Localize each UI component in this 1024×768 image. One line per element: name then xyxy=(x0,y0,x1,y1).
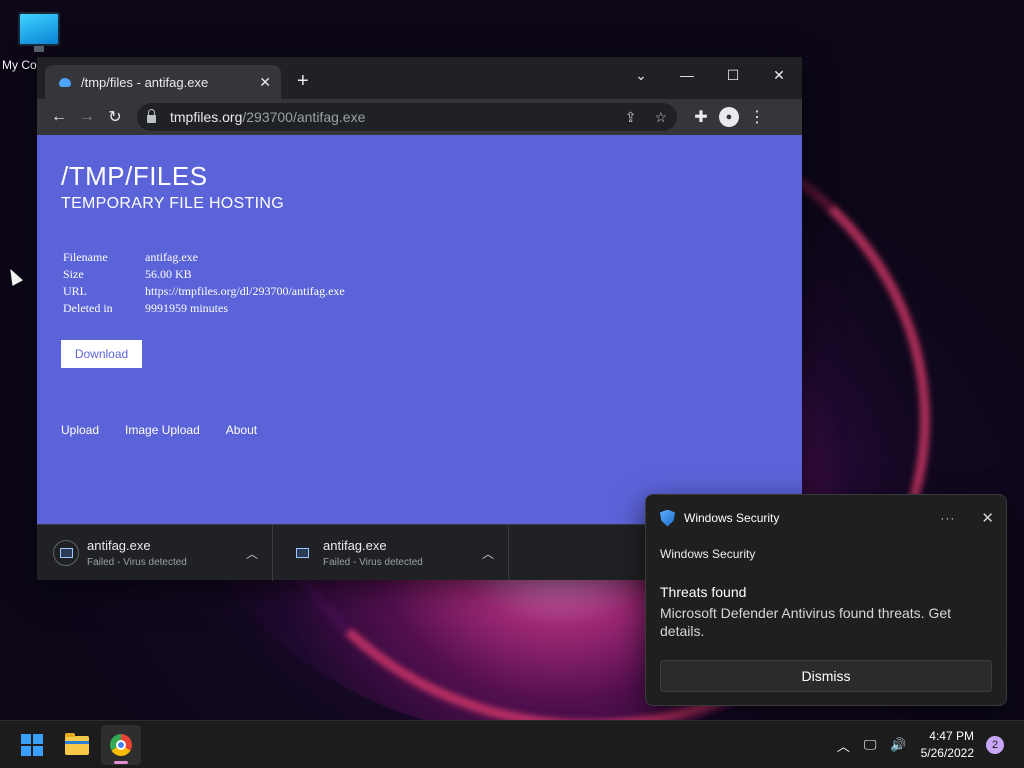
file-icon xyxy=(289,540,315,566)
info-value: 56.00 KB xyxy=(145,267,192,281)
toast-title: Threats found xyxy=(660,584,747,600)
system-tray: ︿ 🖵 🔊 4:47 PM 5/26/2022 2 xyxy=(837,721,1024,768)
more-options-icon[interactable]: ··· xyxy=(940,511,955,525)
share-icon[interactable]: ⇪ xyxy=(625,109,637,126)
extensions-puzzle-icon[interactable]: ✚ xyxy=(687,103,715,131)
info-key: URL xyxy=(63,284,87,298)
close-icon[interactable]: ✕ xyxy=(981,509,994,527)
volume-icon[interactable]: 🔊 xyxy=(890,737,906,753)
tab-search-icon[interactable]: ⌄ xyxy=(618,61,664,89)
chevron-up-icon[interactable]: ︿ xyxy=(246,545,258,562)
notification-badge[interactable]: 2 xyxy=(986,736,1004,754)
mouse-cursor-icon xyxy=(4,266,24,286)
monitor-icon xyxy=(18,12,60,52)
file-icon xyxy=(53,540,79,566)
download-text: antifag.exe Failed - Virus detected xyxy=(87,538,246,568)
info-value: 9991959 minutes xyxy=(145,301,228,315)
reload-button[interactable]: ↻ xyxy=(101,103,129,131)
tab-close-icon[interactable]: ✕ xyxy=(259,74,271,91)
info-value-url[interactable]: https://tmpfiles.org/dl/293700/antifag.e… xyxy=(145,283,345,300)
clock-date: 5/26/2022 xyxy=(920,746,974,760)
minimize-button[interactable]: — xyxy=(664,61,710,89)
windows-logo-icon xyxy=(21,734,43,756)
toast-header: Windows Security ··· ✕ xyxy=(660,509,994,527)
table-row: URL https://tmpfiles.org/dl/293700/antif… xyxy=(63,283,345,300)
page-subtitle: TEMPORARY FILE HOSTING xyxy=(61,195,284,212)
clock[interactable]: 4:47 PM 5/26/2022 xyxy=(921,728,974,762)
web-page: /TMP/FILES TEMPORARY FILE HOSTING Filena… xyxy=(37,135,802,524)
upload-link[interactable]: Upload xyxy=(61,423,99,437)
info-key: Deleted in xyxy=(63,301,113,315)
bookmark-star-icon[interactable]: ☆ xyxy=(654,109,667,126)
tab-title: /tmp/files - antifag.exe xyxy=(81,74,209,90)
maximize-button[interactable]: ☐ xyxy=(710,61,756,89)
clock-time: 4:47 PM xyxy=(929,729,974,743)
network-icon[interactable]: 🖵 xyxy=(864,737,877,753)
toast-body: Microsoft Defender Antivirus found threa… xyxy=(660,605,952,639)
taskbar: ︿ 🖵 🔊 4:47 PM 5/26/2022 2 xyxy=(0,720,1024,768)
download-item[interactable]: antifag.exe Failed - Virus detected ︿ xyxy=(273,525,509,581)
file-info-table: Filename antifag.exe Size 56.00 KB URL h… xyxy=(63,249,345,317)
about-link[interactable]: About xyxy=(226,423,257,437)
cloud-favicon-icon xyxy=(59,77,71,87)
back-button[interactable]: ← xyxy=(45,103,73,131)
windows-security-toast[interactable]: Windows Security ··· ✕ Windows Security … xyxy=(645,494,1007,706)
download-name: antifag.exe xyxy=(87,538,151,553)
download-button[interactable]: Download xyxy=(61,340,142,368)
window-controls: ⌄ — ☐ ✕ xyxy=(618,61,802,89)
page-title: /TMP/FILES xyxy=(61,161,208,191)
download-status: Failed - Virus detected xyxy=(87,557,187,568)
forward-button[interactable]: → xyxy=(73,103,101,131)
active-indicator xyxy=(114,761,128,764)
new-tab-button[interactable]: + xyxy=(297,70,309,93)
chevron-up-icon[interactable]: ︿ xyxy=(482,545,494,562)
download-item[interactable]: antifag.exe Failed - Virus detected ︿ xyxy=(37,525,273,581)
table-row: Filename antifag.exe xyxy=(63,249,345,266)
file-explorer-button[interactable] xyxy=(57,725,97,765)
info-key: Size xyxy=(63,267,84,281)
close-window-button[interactable]: ✕ xyxy=(756,61,802,89)
shield-icon xyxy=(660,509,675,527)
chevron-up-icon[interactable]: ︿ xyxy=(837,736,850,755)
address-bar[interactable]: tmpfiles.org /293700/antifag.exe ⇪ ☆ xyxy=(137,103,677,131)
footer-links: Upload Image Upload About xyxy=(61,423,257,437)
download-text: antifag.exe Failed - Virus detected xyxy=(323,538,482,568)
download-name: antifag.exe xyxy=(323,538,387,553)
tab-tmpfiles[interactable]: /tmp/files - antifag.exe ✕ xyxy=(45,65,281,99)
chrome-icon xyxy=(110,734,132,756)
url-host: tmpfiles.org xyxy=(170,109,243,125)
lock-icon[interactable] xyxy=(147,109,156,123)
url-path: /293700/antifag.exe xyxy=(242,109,366,125)
chrome-taskbar-button[interactable] xyxy=(101,725,141,765)
table-row: Deleted in 9991959 minutes xyxy=(63,300,345,317)
table-row: Size 56.00 KB xyxy=(63,266,345,283)
info-key: Filename xyxy=(63,250,108,264)
browser-toolbar: ← → ↻ tmpfiles.org /293700/antifag.exe ⇪… xyxy=(37,99,802,135)
folder-icon xyxy=(65,732,89,755)
image-upload-link[interactable]: Image Upload xyxy=(125,423,200,437)
download-status: Failed - Virus detected xyxy=(323,557,423,568)
menu-kebab-icon[interactable]: ⋮ xyxy=(743,103,771,131)
profile-avatar-icon: ● xyxy=(719,107,739,127)
profile-button[interactable]: ● xyxy=(715,103,743,131)
toast-source: Windows Security xyxy=(660,547,756,561)
info-value: antifag.exe xyxy=(145,250,198,264)
tab-bar: /tmp/files - antifag.exe ✕ + ⌄ — ☐ ✕ xyxy=(37,57,802,99)
start-button[interactable] xyxy=(12,725,52,765)
dismiss-button[interactable]: Dismiss xyxy=(660,660,992,692)
toast-app-name: Windows Security xyxy=(684,511,780,525)
